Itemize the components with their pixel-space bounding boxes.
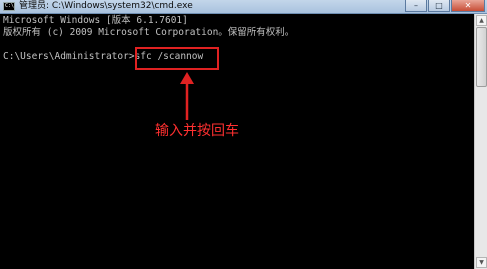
scroll-up-icon[interactable]: ▲ [476, 15, 487, 26]
cmd-icon: C:\ [3, 2, 15, 11]
up-arrow-icon [180, 72, 194, 120]
close-button[interactable]: ✕ [451, 0, 485, 12]
cmd-window: C:\ 管理员: C:\Windows\system32\cmd.exe – □… [0, 0, 487, 269]
console-line-copyright: 版权所有 (c) 2009 Microsoft Corporation。保留所有… [3, 27, 295, 38]
command-highlight-box [135, 47, 219, 70]
vertical-scrollbar[interactable]: ▲ ▼ [474, 14, 487, 269]
console-output[interactable]: Microsoft Windows [版本 6.1.7601] 版权所有 (c)… [3, 15, 473, 267]
command-line[interactable]: C:\Users\Administrator>sfc /scannow [3, 51, 473, 63]
title-bar[interactable]: C:\ 管理员: C:\Windows\system32\cmd.exe – □… [0, 0, 487, 14]
prompt-path: C:\Users\Administrator> [3, 51, 135, 62]
minimize-button[interactable]: – [405, 0, 427, 12]
window-controls: – □ ✕ [404, 0, 485, 13]
console-line-version: Microsoft Windows [版本 6.1.7601] [3, 15, 188, 26]
scroll-down-icon[interactable]: ▼ [476, 257, 487, 268]
annotation-label: 输入并按回车 [155, 123, 239, 139]
window-title: 管理员: C:\Windows\system32\cmd.exe [19, 1, 193, 11]
maximize-button[interactable]: □ [428, 0, 450, 12]
scrollbar-thumb[interactable] [476, 27, 487, 87]
